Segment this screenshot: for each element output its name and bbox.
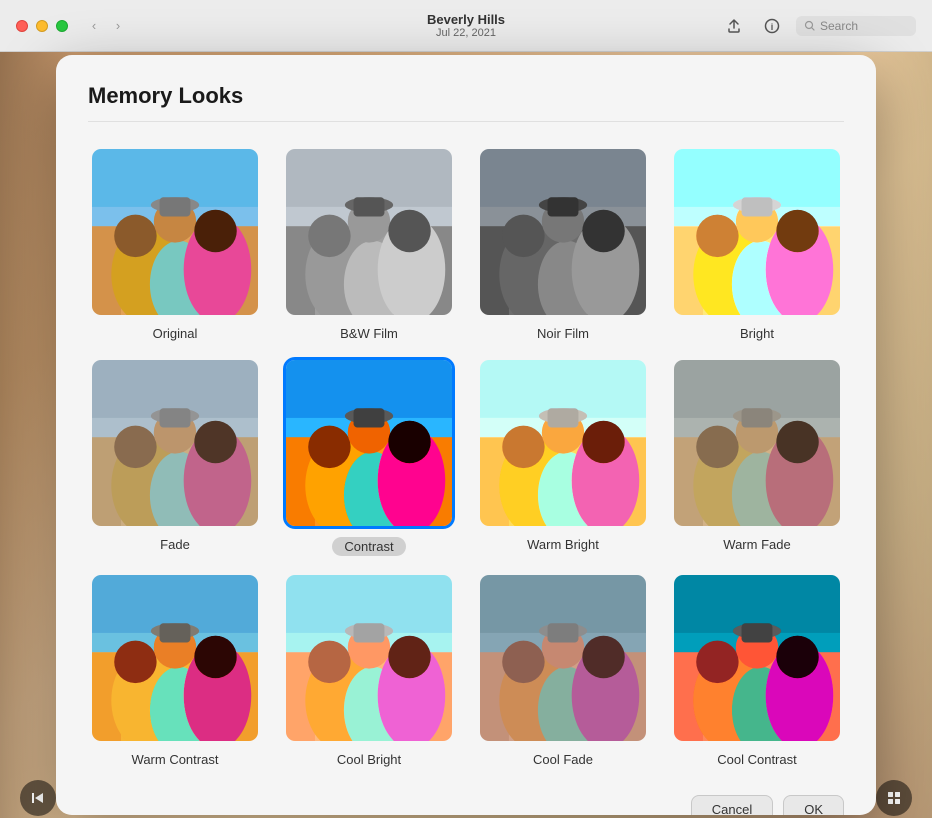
look-thumbnail-bw-film[interactable] [283, 146, 455, 318]
look-thumbnail-cool-bright[interactable] [283, 572, 455, 744]
look-thumbnail-contrast[interactable] [283, 357, 455, 529]
look-item-warm-contrast[interactable]: Warm Contrast [88, 572, 262, 767]
look-label-contrast: Contrast [332, 537, 405, 556]
photo-date: Jul 22, 2021 [427, 27, 505, 39]
minimize-button[interactable] [36, 20, 48, 32]
look-label-fade: Fade [160, 537, 190, 552]
look-thumbnail-cool-fade[interactable] [477, 572, 649, 744]
maximize-button[interactable] [56, 20, 68, 32]
look-thumbnail-warm-bright[interactable] [477, 357, 649, 529]
title-bar: ‹ › Beverly Hills Jul 22, 2021 i Search [0, 0, 932, 52]
ok-button[interactable]: OK [783, 795, 844, 815]
look-label-bw-film: B&W Film [340, 326, 398, 341]
look-item-warm-fade[interactable]: Warm Fade [670, 357, 844, 556]
modal-overlay: Memory Looks [0, 52, 932, 818]
look-thumbnail-warm-fade[interactable] [671, 357, 843, 529]
look-label-noir-film: Noir Film [537, 326, 589, 341]
memory-looks-dialog: Memory Looks [56, 55, 876, 815]
forward-button[interactable]: › [108, 16, 128, 36]
look-thumbnail-warm-contrast[interactable] [89, 572, 261, 744]
window-title-area: Beverly Hills Jul 22, 2021 [427, 12, 505, 39]
traffic-lights [16, 20, 68, 32]
toolbar-right: i Search [720, 12, 916, 40]
photo-title: Beverly Hills [427, 12, 505, 27]
look-item-bw-film[interactable]: B&W Film [282, 146, 456, 341]
look-thumbnail-bright[interactable] [671, 146, 843, 318]
look-thumbnail-noir-film[interactable] [477, 146, 649, 318]
nav-buttons: ‹ › [84, 16, 128, 36]
share-icon[interactable] [720, 12, 748, 40]
dialog-title: Memory Looks [88, 83, 844, 122]
looks-grid: Original [88, 146, 844, 767]
look-label-warm-bright: Warm Bright [527, 537, 599, 552]
look-item-contrast[interactable]: Contrast [282, 357, 456, 556]
look-label-warm-fade: Warm Fade [723, 537, 790, 552]
look-thumbnail-original[interactable] [89, 146, 261, 318]
modal-footer: Cancel OK [88, 791, 844, 815]
look-item-fade[interactable]: Fade [88, 357, 262, 556]
look-item-cool-bright[interactable]: Cool Bright [282, 572, 456, 767]
svg-text:i: i [771, 22, 774, 32]
cancel-button[interactable]: Cancel [691, 795, 773, 815]
look-label-warm-contrast: Warm Contrast [132, 752, 219, 767]
look-item-warm-bright[interactable]: Warm Bright [476, 357, 650, 556]
search-placeholder: Search [820, 19, 858, 33]
look-thumbnail-cool-contrast[interactable] [671, 572, 843, 744]
look-item-bright[interactable]: Bright [670, 146, 844, 341]
look-item-cool-fade[interactable]: Cool Fade [476, 572, 650, 767]
search-bar[interactable]: Search [796, 16, 916, 36]
look-label-cool-contrast: Cool Contrast [717, 752, 796, 767]
look-label-bright: Bright [740, 326, 774, 341]
back-button[interactable]: ‹ [84, 16, 104, 36]
look-item-original[interactable]: Original [88, 146, 262, 341]
look-label-cool-fade: Cool Fade [533, 752, 593, 767]
look-thumbnail-fade[interactable] [89, 357, 261, 529]
info-icon[interactable]: i [758, 12, 786, 40]
look-label-cool-bright: Cool Bright [337, 752, 401, 767]
close-button[interactable] [16, 20, 28, 32]
look-label-original: Original [153, 326, 198, 341]
look-item-noir-film[interactable]: Noir Film [476, 146, 650, 341]
look-item-cool-contrast[interactable]: Cool Contrast [670, 572, 844, 767]
